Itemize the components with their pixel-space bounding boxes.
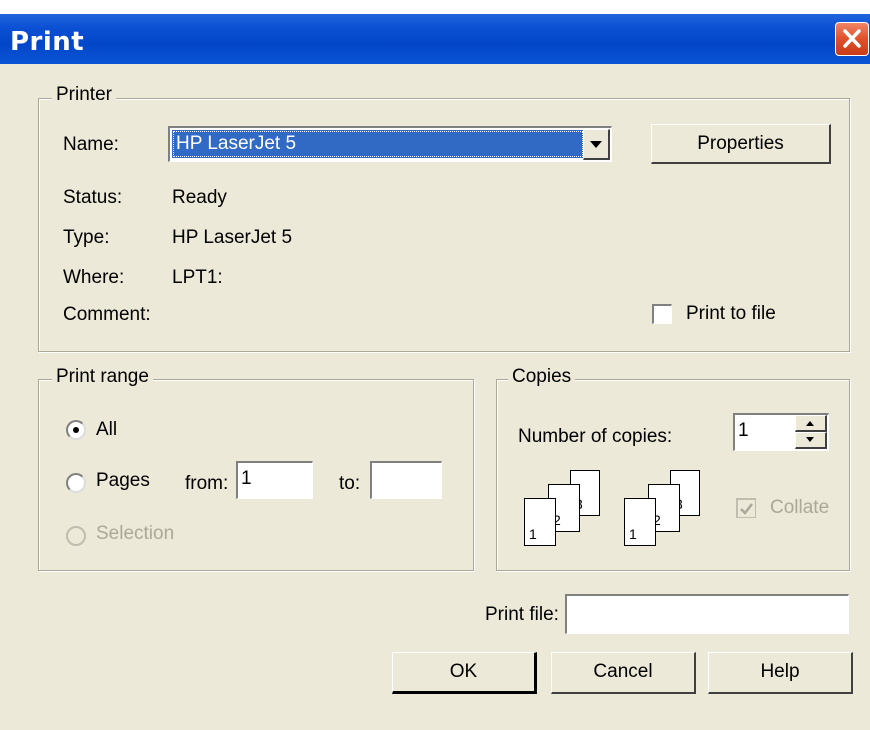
type-value: HP LaserJet 5 <box>172 227 293 248</box>
to-label: to: <box>339 473 361 494</box>
selection-radio[interactable] <box>66 526 86 546</box>
print-range-legend: Print range <box>52 366 153 388</box>
selection-label: Selection <box>96 523 175 544</box>
copies-spinner[interactable] <box>795 415 827 449</box>
collate-checkbox[interactable] <box>736 498 756 518</box>
window-title: Print <box>10 27 85 57</box>
from-input[interactable]: 1 <box>236 461 313 499</box>
pages-label[interactable]: Pages <box>96 470 150 492</box>
to-input[interactable] <box>370 461 442 499</box>
copies-spin-down-button[interactable] <box>795 432 827 449</box>
type-label: Type: <box>63 227 110 248</box>
properties-button[interactable]: Properties <box>651 124 831 164</box>
close-icon <box>843 29 861 48</box>
copies-legend: Copies <box>508 366 576 388</box>
name-label: Name: <box>63 134 119 155</box>
spin-down-icon <box>806 437 814 442</box>
where-label: Where: <box>63 267 125 288</box>
checkmark-icon <box>740 503 753 515</box>
comment-label: Comment: <box>63 304 151 325</box>
copies-spin-up-button[interactable] <box>795 415 827 432</box>
printer-name-select[interactable]: HP LaserJet 5 <box>168 126 612 162</box>
collate-label: Collate <box>770 497 830 518</box>
where-value: LPT1: <box>172 267 223 288</box>
printer-name-value: HP LaserJet 5 <box>172 130 584 158</box>
all-radio[interactable] <box>66 420 86 440</box>
print-file-label: Print file: <box>485 604 559 625</box>
title-bar[interactable] <box>0 14 870 64</box>
help-button-label: Help <box>760 661 800 682</box>
pages-radio[interactable] <box>66 473 86 493</box>
ok-button-label: OK <box>449 661 478 682</box>
dropdown-button[interactable] <box>583 129 610 160</box>
chevron-down-icon <box>590 141 602 148</box>
spin-up-icon <box>806 421 814 426</box>
printer-group-legend: Printer <box>52 84 116 106</box>
collate-illustration-icon: 3 2 1 3 2 1 <box>520 470 710 550</box>
properties-button-label: Properties <box>697 133 784 154</box>
print-to-file-label[interactable]: Print to file <box>686 303 776 325</box>
ok-button[interactable]: OK <box>392 652 537 694</box>
cancel-button-label: Cancel <box>593 661 653 682</box>
status-label: Status: <box>63 187 123 208</box>
all-label[interactable]: All <box>96 419 117 441</box>
close-button[interactable] <box>835 22 869 56</box>
print-to-file-checkbox[interactable] <box>652 304 672 324</box>
status-value: Ready <box>172 187 227 208</box>
from-label: from: <box>185 473 229 494</box>
help-button[interactable]: Help <box>708 652 853 694</box>
cancel-button[interactable]: Cancel <box>551 652 696 694</box>
print-file-input[interactable] <box>565 594 849 634</box>
number-of-copies-label: Number of copies: <box>518 426 673 447</box>
